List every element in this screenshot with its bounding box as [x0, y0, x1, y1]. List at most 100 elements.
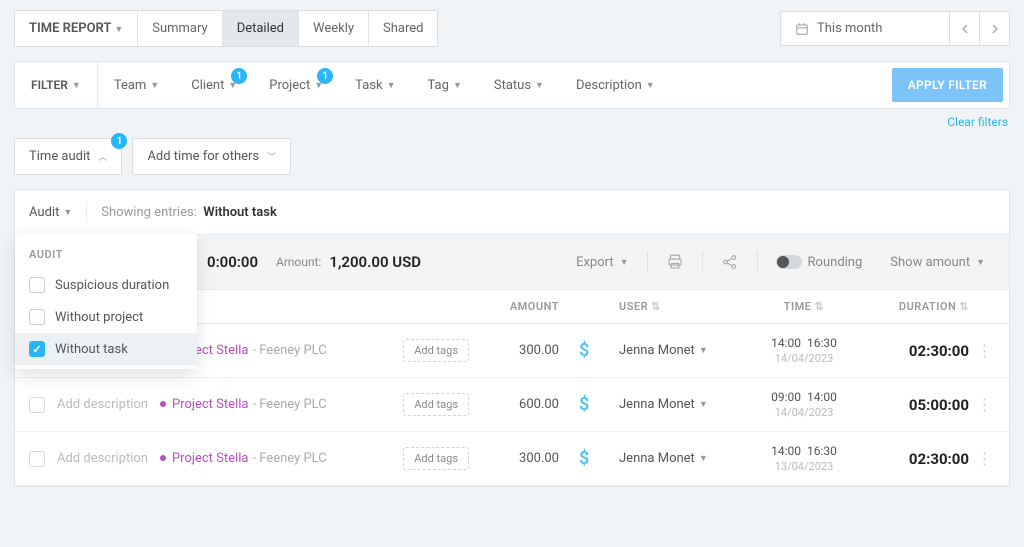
clear-filters-row: Clear filters	[14, 109, 1010, 130]
col-amount[interactable]: AMOUNT	[469, 300, 579, 313]
report-panel: Audit ▼ Showing entries: Without task AU…	[14, 189, 1010, 487]
report-tab-group: TIME REPORT ▼ Summary Detailed Weekly Sh…	[14, 10, 438, 47]
duration-cell[interactable]: 05:00:00	[869, 396, 969, 414]
user-cell[interactable]: Jenna Monet ▼	[619, 343, 739, 358]
add-tags-button[interactable]: Add tags	[403, 447, 469, 470]
tab-time-report[interactable]: TIME REPORT ▼	[15, 11, 138, 46]
description-input[interactable]: Add description	[57, 451, 148, 466]
row-checkbox[interactable]	[29, 451, 45, 467]
clear-filters-link[interactable]: Clear filters	[947, 115, 1008, 129]
show-amount-button[interactable]: Show amount ▼	[880, 249, 995, 276]
time-cell[interactable]: 09:00 14:00 14/04/2023	[739, 390, 869, 419]
audit-dropdown-header: AUDIT	[15, 244, 197, 269]
tab-time-report-label: TIME REPORT	[29, 21, 111, 36]
date-range-group: This month	[780, 11, 1010, 46]
tab-summary[interactable]: Summary	[138, 11, 222, 46]
sort-icon: ⇅	[815, 300, 825, 313]
amount-cell: 600.00	[469, 397, 579, 412]
filter-team[interactable]: Team▼	[98, 62, 175, 108]
chevron-down-icon: ▼	[535, 80, 544, 91]
add-time-for-others-button[interactable]: Add time for others ﹀	[132, 138, 291, 175]
showing-label: Showing entries:	[101, 205, 197, 220]
filter-project[interactable]: Project▼ 1	[253, 62, 339, 108]
add-tags-button[interactable]: Add tags	[403, 393, 469, 416]
audit-header-row: Audit ▼ Showing entries: Without task AU…	[15, 190, 1009, 235]
amount-cell: 300.00	[469, 451, 579, 466]
top-tab-row: TIME REPORT ▼ Summary Detailed Weekly Sh…	[14, 10, 1010, 47]
date-next-button[interactable]	[980, 11, 1010, 46]
chevron-down-icon: ▼	[976, 257, 985, 268]
filter-client[interactable]: Client▼ 1	[175, 62, 253, 108]
dollar-icon[interactable]: $	[579, 394, 589, 415]
amount-cell: 300.00	[469, 343, 579, 358]
filter-label-button[interactable]: FILTER ▼	[15, 62, 98, 108]
time-cell[interactable]: 14:00 16:30 13/04/2023	[739, 444, 869, 473]
tab-detailed[interactable]: Detailed	[223, 11, 299, 46]
filter-bar: FILTER ▼ Team▼ Client▼ 1 Project▼ 1 Task…	[14, 61, 1010, 109]
add-time-label: Add time for others	[147, 149, 259, 164]
audit-dropdown: AUDIT Suspicious duration Without projec…	[15, 234, 197, 369]
time-cell[interactable]: 14:00 16:30 14/04/2023	[739, 336, 869, 365]
col-duration[interactable]: DURATION⇅	[869, 300, 969, 313]
showing-value: Without task	[203, 205, 277, 220]
date-range-button[interactable]: This month	[780, 11, 950, 46]
chevron-up-icon: ︿	[98, 150, 107, 163]
filter-label: FILTER	[31, 78, 68, 92]
date-range-label: This month	[817, 21, 882, 36]
dollar-icon[interactable]: $	[579, 448, 589, 469]
checkbox-unchecked-icon	[29, 309, 45, 325]
time-audit-button[interactable]: Time audit ︿ 1	[14, 138, 122, 175]
chevron-down-icon: ▼	[699, 453, 708, 464]
tab-shared[interactable]: Shared	[369, 11, 437, 46]
filter-status[interactable]: Status▼	[478, 62, 560, 108]
chevron-left-icon	[961, 24, 969, 34]
row-menu-button[interactable]: ⋮	[969, 395, 999, 414]
client-name: - Feeney PLC	[252, 343, 326, 358]
dollar-icon[interactable]: $	[579, 340, 589, 361]
sort-icon: ⇅	[959, 300, 969, 313]
date-prev-button[interactable]	[950, 11, 980, 46]
filter-tag[interactable]: Tag▼	[412, 62, 478, 108]
table-row: Add description Project Stella - Feeney …	[15, 378, 1009, 432]
rounding-toggle[interactable]: Rounding	[766, 249, 873, 276]
description-input[interactable]: Add description	[57, 397, 148, 412]
audit-label: Audit	[29, 205, 59, 220]
row-menu-button[interactable]: ⋮	[969, 341, 999, 360]
user-cell[interactable]: Jenna Monet ▼	[619, 397, 739, 412]
duration-cell[interactable]: 02:30:00	[869, 450, 969, 468]
col-time[interactable]: TIME⇅	[739, 300, 869, 313]
chevron-down-icon: ▼	[699, 399, 708, 410]
chevron-down-icon: ▼	[387, 80, 396, 91]
project-name[interactable]: Project Stella	[172, 397, 248, 412]
export-button[interactable]: Export ▼	[566, 249, 638, 276]
project-color-icon	[160, 401, 166, 407]
printer-icon	[666, 253, 684, 271]
table-row: Add description Project Stella - Feeney …	[15, 432, 1009, 486]
audit-option-without-task[interactable]: Without task	[15, 333, 197, 365]
col-user[interactable]: USER⇅	[619, 300, 739, 313]
duration-cell[interactable]: 02:30:00	[869, 342, 969, 360]
filter-task[interactable]: Task▼	[339, 62, 411, 108]
print-button[interactable]	[656, 247, 694, 277]
chevron-down-icon: ▼	[453, 80, 462, 91]
project-name[interactable]: Project Stella	[172, 451, 248, 466]
apply-filter-button[interactable]: APPLY FILTER	[892, 68, 1003, 102]
add-tags-button[interactable]: Add tags	[403, 339, 469, 362]
filter-project-badge: 1	[317, 68, 333, 84]
chevron-down-icon: ▼	[72, 80, 81, 91]
filter-description[interactable]: Description▼	[560, 62, 671, 108]
chevron-right-icon	[991, 24, 999, 34]
audit-option-without-project[interactable]: Without project	[15, 301, 197, 333]
tab-weekly[interactable]: Weekly	[299, 11, 369, 46]
audit-dropdown-button[interactable]: Audit ▼	[29, 202, 87, 222]
chevron-down-icon: ▼	[620, 257, 629, 268]
user-cell[interactable]: Jenna Monet ▼	[619, 451, 739, 466]
chevron-down-icon: ▼	[114, 25, 123, 35]
time-audit-label: Time audit	[29, 149, 90, 164]
row-menu-button[interactable]: ⋮	[969, 449, 999, 468]
project-color-icon	[160, 455, 166, 461]
row-checkbox[interactable]	[29, 397, 45, 413]
share-button[interactable]	[711, 247, 749, 277]
secondary-toolbar: Time audit ︿ 1 Add time for others ﹀	[14, 138, 1010, 175]
audit-option-suspicious-duration[interactable]: Suspicious duration	[15, 269, 197, 301]
